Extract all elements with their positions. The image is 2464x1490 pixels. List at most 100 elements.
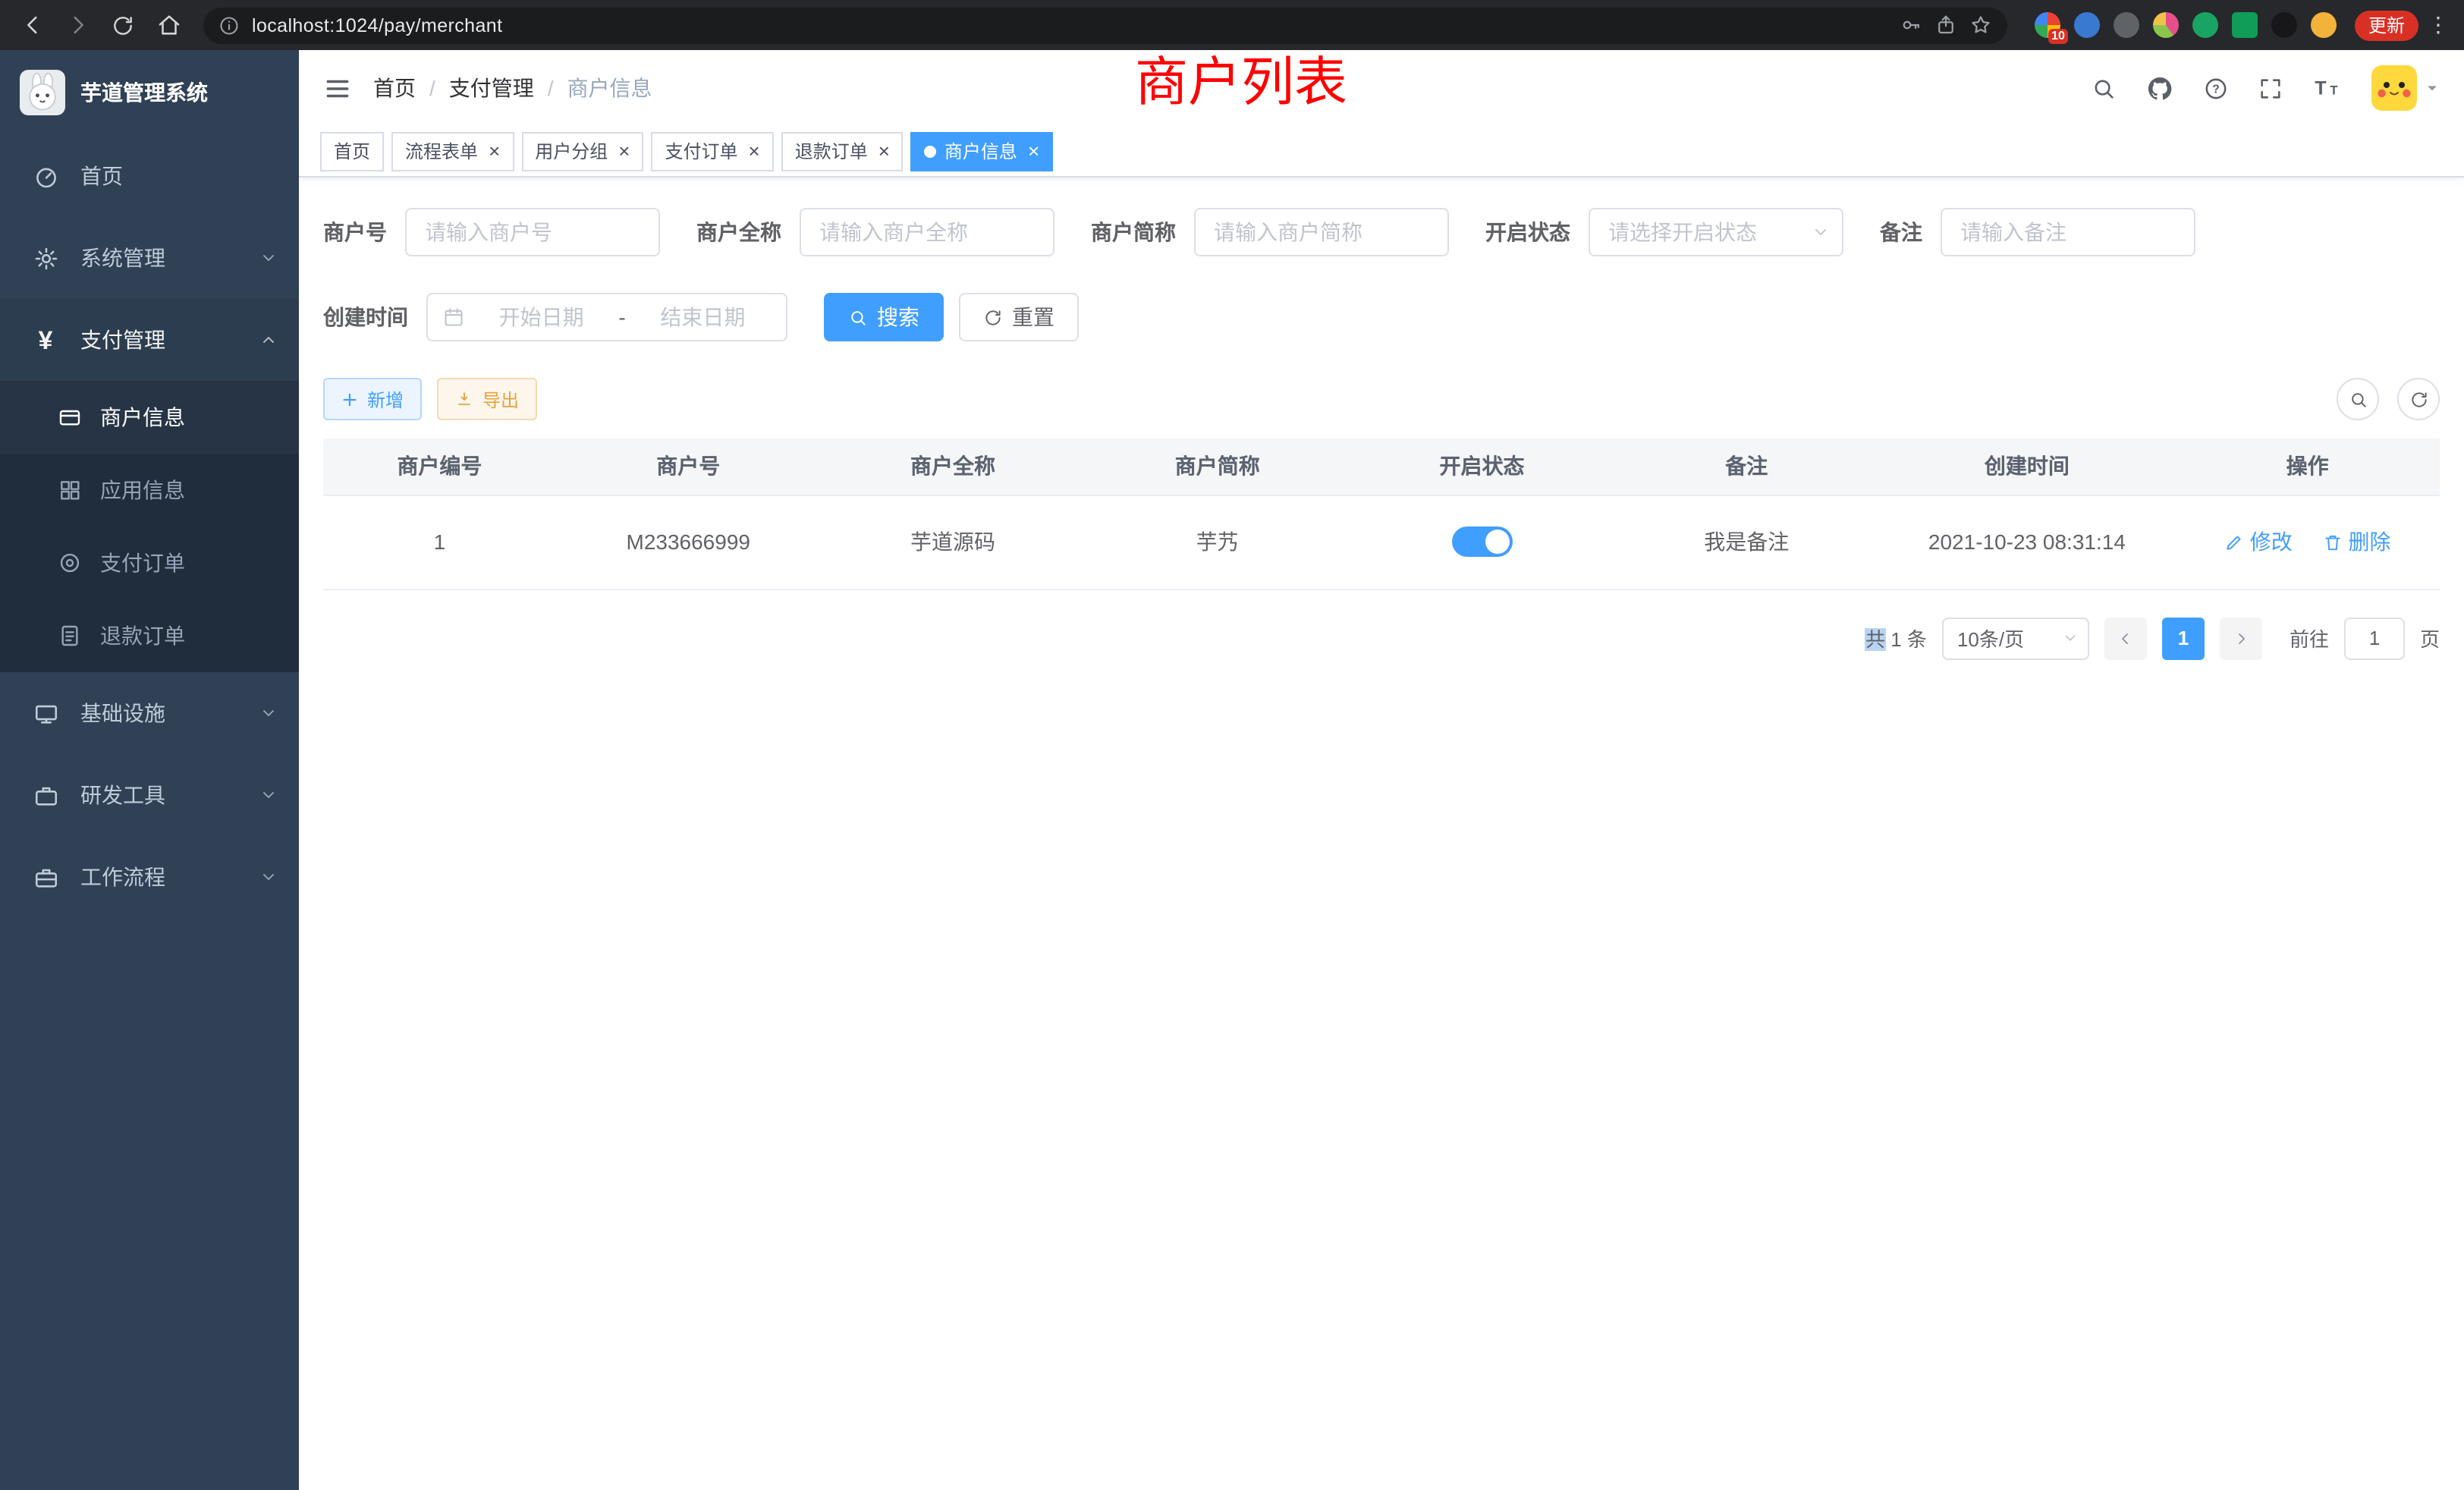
extension-icon[interactable] (2232, 12, 2258, 38)
page-size-select[interactable]: 10条/页 (1942, 617, 2089, 659)
close-icon[interactable]: × (875, 141, 890, 161)
close-icon[interactable]: × (1025, 141, 1039, 161)
next-page-button[interactable] (2220, 617, 2262, 659)
table-header-row: 商户编号 商户号 商户全称 商户简称 开启状态 备注 创建时间 操作 (323, 439, 2440, 495)
app-logo[interactable]: 芋道管理系统 (0, 50, 299, 135)
cell-actions: 修改 删除 (2175, 495, 2440, 589)
sidebar-subitem-merchant-info[interactable]: 商户信息 (0, 381, 299, 454)
browser-refresh-icon[interactable] (103, 5, 143, 45)
refresh-table-button[interactable] (2397, 378, 2440, 420)
share-icon[interactable] (1934, 14, 1957, 36)
page-info-icon[interactable] (218, 14, 240, 36)
search-button-label: 搜索 (877, 302, 919, 332)
goto-page-input[interactable] (2344, 617, 2405, 659)
browser-home-icon[interactable] (149, 5, 188, 45)
browser-back-icon[interactable] (12, 5, 52, 45)
extension-icon[interactable] (2192, 12, 2218, 38)
sidebar-item-payment[interactable]: ¥ 支付管理 (0, 299, 299, 381)
url-text[interactable]: localhost:1024/pay/merchant (252, 14, 1887, 36)
font-size-icon[interactable]: TT (2312, 74, 2343, 102)
chevron-down-icon (2062, 630, 2079, 646)
filter-status: 开启状态 请选择开启状态 (1485, 208, 1843, 256)
sidebar-item-system[interactable]: 系统管理 (0, 217, 299, 299)
breadcrumb-payment[interactable]: 支付管理 (449, 73, 534, 103)
filter-row-2: 创建时间 开始日期 - 结束日期 搜索 (323, 293, 2440, 341)
extension-icon[interactable] (2074, 12, 2100, 38)
sidebar-item-label: 系统管理 (80, 243, 165, 273)
fullscreen-icon[interactable] (2258, 75, 2283, 101)
infrastructure-icon (32, 700, 59, 726)
breadcrumb-separator: / (429, 76, 435, 100)
filter-label: 备注 (1880, 217, 1922, 247)
extension-icon[interactable]: 10 (2035, 12, 2060, 38)
short-name-input[interactable] (1194, 208, 1449, 256)
sidebar-item-label: 基础设施 (80, 698, 165, 728)
edit-link[interactable]: 修改 (2224, 527, 2293, 557)
page-1-button[interactable]: 1 (2162, 617, 2205, 659)
filter-merchant-name: 商户全称 (696, 208, 1054, 256)
column-header: 商户编号 (323, 439, 556, 495)
date-range-picker[interactable]: 开始日期 - 结束日期 (426, 293, 787, 341)
sidebar-item-workflow[interactable]: 工作流程 (0, 836, 299, 918)
tab-refund-order[interactable]: 退款订单 × (781, 131, 904, 171)
search-button[interactable]: 搜索 (824, 293, 944, 341)
edit-link-label: 修改 (2250, 527, 2293, 557)
user-avatar[interactable] (2371, 65, 2440, 111)
merchant-no-input[interactable] (405, 208, 660, 256)
browser-update-button[interactable]: 更新 (2355, 10, 2418, 40)
browser-menu-icon[interactable]: ⋮ (2425, 12, 2452, 38)
github-icon[interactable] (2145, 74, 2174, 102)
filter-label: 创建时间 (323, 302, 408, 332)
extension-icon[interactable] (2271, 12, 2297, 38)
remark-input[interactable] (1941, 208, 2195, 256)
close-icon[interactable]: × (615, 141, 630, 161)
reset-button[interactable]: 重置 (959, 293, 1079, 341)
delete-link-label: 删除 (2349, 527, 2391, 557)
app-grid-icon (58, 478, 82, 502)
sidebar-item-infrastructure[interactable]: 基础设施 (0, 672, 299, 754)
toggle-search-button[interactable] (2337, 378, 2379, 420)
tab-user-group[interactable]: 用户分组 × (521, 131, 643, 171)
status-select[interactable]: 请选择开启状态 (1589, 208, 1843, 256)
sidebar-item-devtools[interactable]: 研发工具 (0, 754, 299, 836)
tab-home[interactable]: 首页 (320, 131, 384, 171)
page-size-value: 10条/页 (1957, 624, 2024, 652)
bookmark-star-icon[interactable] (1969, 14, 1992, 36)
prev-page-button[interactable] (2104, 617, 2147, 659)
close-icon[interactable]: × (746, 141, 760, 161)
sidebar-item-label: 应用信息 (100, 475, 185, 505)
export-button[interactable]: 导出 (437, 378, 537, 420)
sidebar-subitem-refund-order[interactable]: 退款订单 (0, 599, 299, 672)
page-unit-label: 页 (2420, 624, 2440, 652)
extension-icon[interactable] (2114, 12, 2139, 38)
tab-merchant-info[interactable]: 商户信息 × (911, 131, 1053, 171)
password-key-icon[interactable] (1900, 14, 1922, 36)
breadcrumb-home[interactable]: 首页 (373, 73, 416, 103)
close-icon[interactable]: × (486, 141, 500, 161)
help-icon[interactable]: ? (2203, 75, 2229, 101)
sidebar-subitem-pay-order[interactable]: 支付订单 (0, 527, 299, 599)
workflow-icon (32, 864, 59, 890)
merchant-name-input[interactable] (800, 208, 1054, 256)
sidebar: 芋道管理系统 首页 系统管理 (0, 50, 299, 1490)
sidebar-subitem-app-info[interactable]: 应用信息 (0, 454, 299, 527)
tab-flow-form[interactable]: 流程表单 × (391, 131, 514, 171)
extension-icon[interactable] (2153, 12, 2179, 38)
sidebar-item-home[interactable]: 首页 (0, 135, 299, 217)
hamburger-icon[interactable] (323, 74, 352, 102)
cell-short-name: 芋艿 (1085, 495, 1350, 589)
svg-text:?: ? (2212, 83, 2220, 96)
delete-link[interactable]: 删除 (2323, 527, 2391, 557)
tab-pay-order[interactable]: 支付订单 × (651, 131, 773, 171)
filter-label: 商户简称 (1091, 217, 1176, 247)
cell-create-time: 2021-10-23 08:31:14 (1879, 495, 2176, 589)
search-icon[interactable] (2091, 75, 2117, 101)
browser-forward-icon[interactable] (58, 5, 97, 45)
filter-create-time: 创建时间 开始日期 - 结束日期 (323, 293, 787, 341)
export-button-label: 导出 (482, 386, 519, 412)
add-button[interactable]: 新增 (323, 378, 422, 420)
toolbar-right (2337, 378, 2440, 420)
extension-icon[interactable] (2311, 12, 2337, 38)
address-bar[interactable]: localhost:1024/pay/merchant (203, 7, 2007, 43)
status-toggle[interactable] (1452, 527, 1513, 557)
